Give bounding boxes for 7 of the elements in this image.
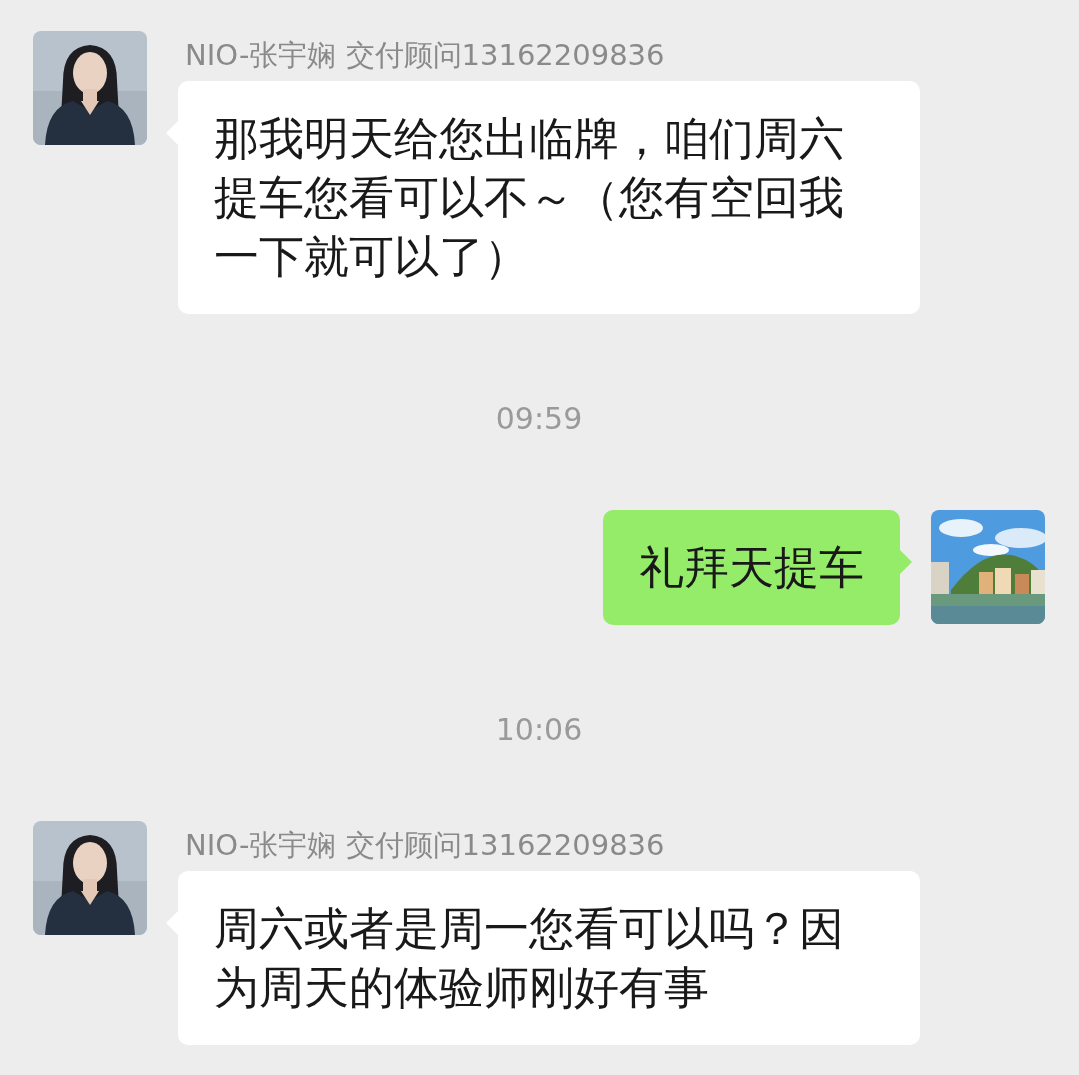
sender-name: NIO-张宇娴 交付顾问13162209836 (184, 827, 665, 864)
timestamp: 09:59 (495, 403, 583, 435)
message-bubble: 周六或者是周一您看可以吗？因为周天的体验师刚好有事 (178, 871, 920, 1045)
message-bubble: 礼拜天提车 (603, 510, 900, 625)
message-bubble: 那我明天给您出临牌，咱们周六提车您看可以不～（您有空回我一下就可以了） (178, 81, 920, 314)
sender-name: NIO-张宇娴 交付顾问13162209836 (184, 37, 665, 74)
timestamp: 10:06 (495, 714, 583, 746)
